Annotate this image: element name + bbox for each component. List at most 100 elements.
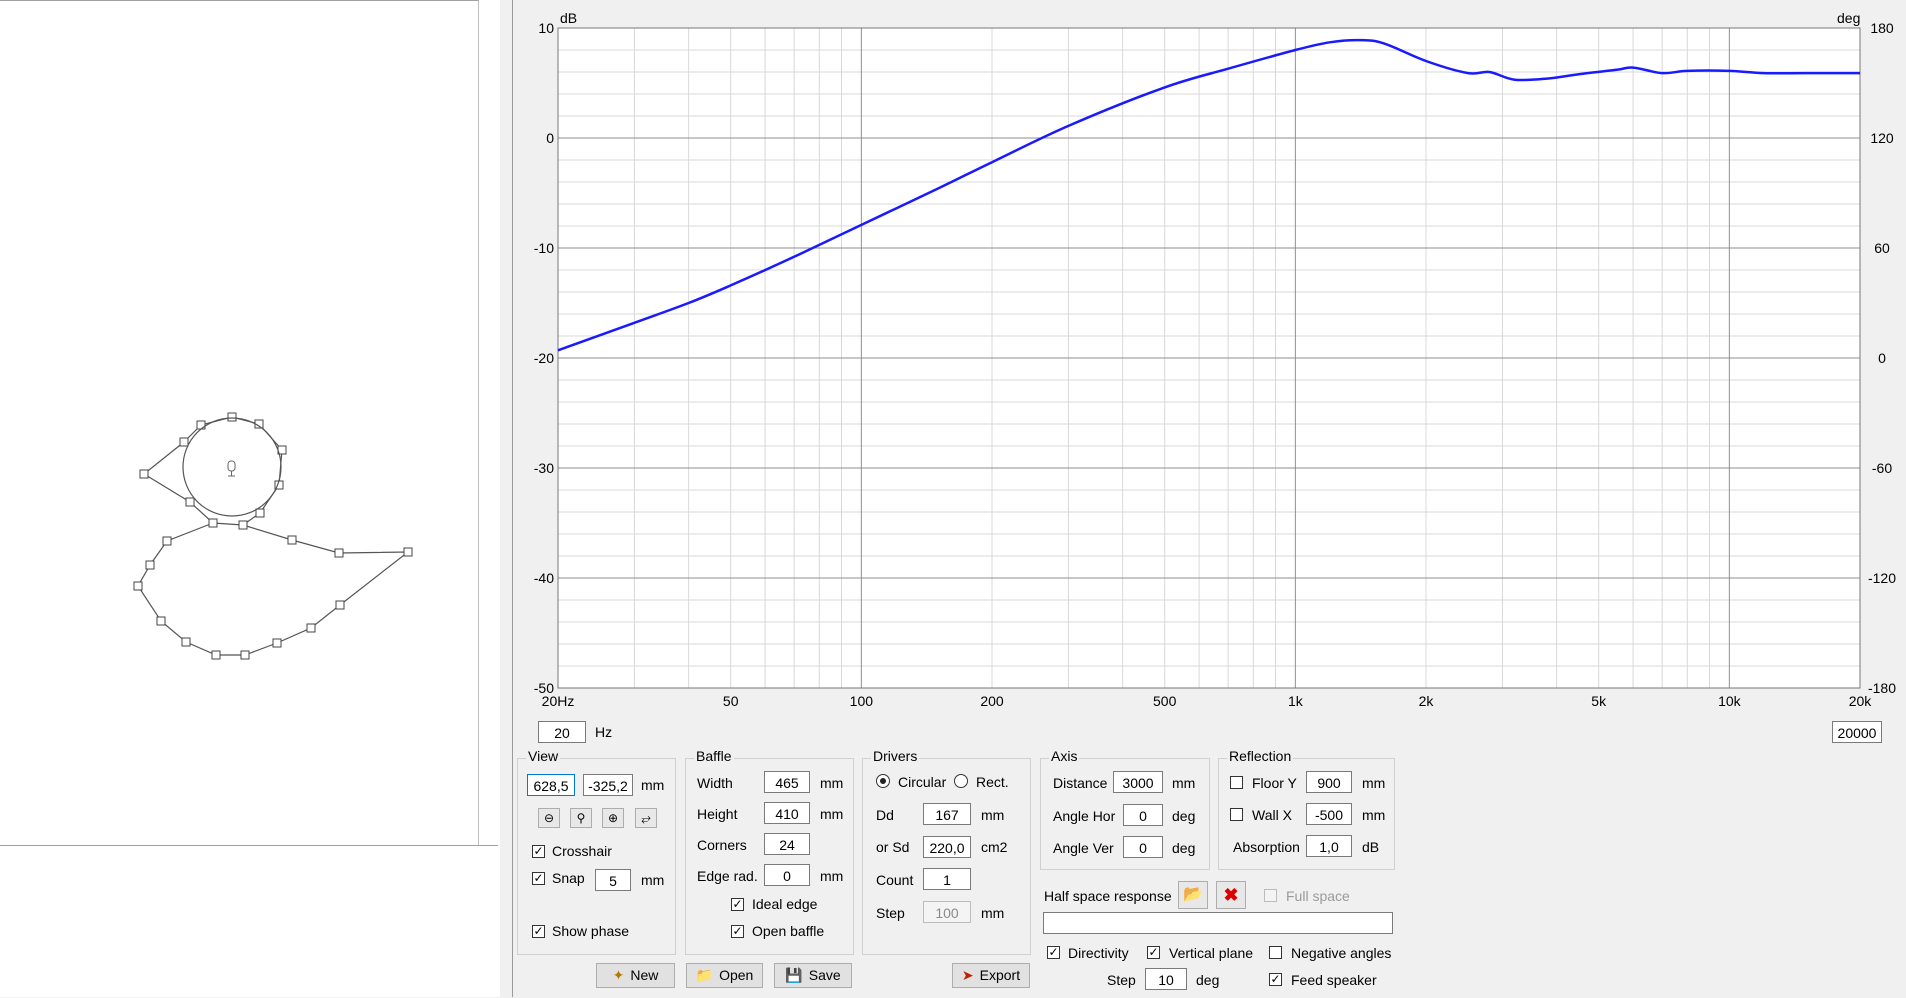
baffle-width-input[interactable]: 465	[764, 771, 810, 793]
circular-radio[interactable]	[876, 774, 890, 788]
x-tick-label: 1k	[1288, 693, 1304, 709]
delete-icon[interactable]: ✖	[1216, 881, 1246, 909]
snap-unit: mm	[641, 872, 665, 888]
floor-input[interactable]: 900	[1306, 771, 1352, 793]
open-folder-icon[interactable]: 📂	[1178, 881, 1208, 909]
new-button-label: New	[630, 967, 659, 983]
wand-icon: ✦	[612, 967, 625, 983]
dir-step-label: Step	[1107, 972, 1136, 988]
baffle-corners-input[interactable]: 24	[764, 833, 810, 855]
baffle-vertex-handle[interactable]	[179, 437, 189, 447]
feed-speaker-checkbox[interactable]: ✓	[1269, 973, 1282, 986]
zoom-fit-icon[interactable]: ⚲	[570, 808, 592, 828]
x-tick-label: 200	[980, 693, 1004, 709]
show-phase-checkbox[interactable]: ✓	[532, 925, 545, 938]
y-left-tick-label: 10	[538, 20, 554, 36]
new-button[interactable]: ✦ New	[596, 963, 675, 988]
driver-step-input[interactable]: 100	[923, 901, 971, 923]
baffle-vertex-handle[interactable]	[145, 560, 155, 570]
baffle-vertex-handle[interactable]	[133, 581, 143, 591]
baffle-vertex-handle[interactable]	[211, 650, 221, 660]
fit-all-icon[interactable]: ⥂	[635, 808, 657, 828]
snap-checkbox[interactable]: ✓	[532, 872, 545, 885]
dir-step-input[interactable]: 10	[1145, 968, 1187, 990]
x-tick-label: 50	[723, 693, 739, 709]
wall-checkbox[interactable]	[1230, 808, 1243, 821]
baffle-vertex-handle[interactable]	[196, 420, 206, 430]
baffle-vertex-handle[interactable]	[403, 547, 413, 557]
driver-circle[interactable]	[182, 417, 282, 517]
save-button[interactable]: 💾 Save	[774, 963, 852, 988]
wall-input[interactable]: -500	[1306, 803, 1352, 825]
distance-input[interactable]: 3000	[1113, 771, 1163, 793]
baffle-vertex-handle[interactable]	[287, 535, 297, 545]
baffle-vertex-handle[interactable]	[227, 412, 237, 422]
freq-min-input[interactable]: 20	[538, 721, 586, 743]
baffle-vertex-handle[interactable]	[181, 637, 191, 647]
export-icon: ➤	[961, 967, 974, 983]
baffle-vertex-handle[interactable]	[238, 520, 248, 530]
folder-icon: 📁	[695, 967, 714, 983]
freq-max-input[interactable]: 20000	[1832, 721, 1882, 743]
sd-label: or Sd	[876, 839, 910, 855]
sd-unit: cm2	[981, 839, 1008, 855]
full-space-checkbox[interactable]	[1264, 889, 1277, 902]
x-tick-label: 500	[1153, 693, 1177, 709]
open-button-label: Open	[719, 967, 754, 983]
baffle-vertex-handle[interactable]	[162, 536, 172, 546]
db-axis-unit: dB	[560, 10, 577, 26]
count-label: Count	[876, 872, 914, 888]
baffle-group-title: Baffle	[694, 748, 734, 764]
full-space-label: Full space	[1286, 888, 1350, 904]
baffle-height-input[interactable]: 410	[764, 802, 810, 824]
angle-ver-input[interactable]: 0	[1123, 836, 1163, 858]
x-tick-label: 5k	[1591, 693, 1607, 709]
negative-angles-checkbox[interactable]	[1269, 946, 1282, 959]
vertical-plane-checkbox[interactable]: ✓	[1147, 946, 1160, 959]
zoom-out-icon[interactable]: ⊖	[538, 808, 560, 828]
count-input[interactable]: 1	[923, 868, 971, 890]
baffle-shape-drawing[interactable]	[0, 0, 500, 845]
baffle-vertex-handle[interactable]	[156, 616, 166, 626]
angle-hor-input[interactable]: 0	[1123, 804, 1163, 826]
view-y-input[interactable]: -325,2	[583, 774, 633, 796]
baffle-vertex-handle[interactable]	[335, 600, 345, 610]
baffle-vertex-handle[interactable]	[240, 650, 250, 660]
baffle-vertex-handle[interactable]	[306, 623, 316, 633]
x-tick-label: 100	[850, 693, 874, 709]
absorption-input[interactable]: 1,0	[1306, 835, 1352, 857]
deg-axis-unit: deg	[1837, 10, 1860, 26]
open-baffle-checkbox[interactable]: ✓	[731, 925, 744, 938]
baffle-vertex-handle[interactable]	[334, 548, 344, 558]
ideal-edge-checkbox[interactable]: ✓	[731, 898, 744, 911]
floor-label: Floor Y	[1252, 775, 1297, 791]
y-right-tick-label: -180	[1868, 680, 1896, 696]
half-space-file-input[interactable]	[1043, 912, 1393, 934]
frequency-response-graph[interactable]: 100-10-20-30-40-50 180120600-60-120-180 …	[512, 0, 1906, 715]
baffle-vertex-handle[interactable]	[185, 497, 195, 507]
floor-checkbox[interactable]	[1230, 776, 1243, 789]
snap-input[interactable]: 5	[595, 869, 631, 891]
pane-splitter[interactable]	[500, 0, 512, 997]
baffle-corners-label: Corners	[697, 837, 747, 853]
directivity-checkbox[interactable]: ✓	[1047, 946, 1060, 959]
zoom-in-icon[interactable]: ⊕	[602, 808, 624, 828]
baffle-vertex-handle[interactable]	[255, 508, 265, 518]
drivers-group-title: Drivers	[871, 748, 920, 764]
x-tick-label: 2k	[1419, 693, 1435, 709]
open-button[interactable]: 📁 Open	[686, 963, 763, 988]
baffle-vertex-handle[interactable]	[139, 469, 149, 479]
baffle-vertex-handle[interactable]	[208, 518, 218, 528]
distance-unit: mm	[1172, 775, 1196, 791]
export-button[interactable]: ➤ Export	[952, 963, 1030, 988]
ideal-edge-label: Ideal edge	[752, 896, 818, 912]
sd-input[interactable]: 220,0	[923, 836, 971, 858]
rect-label: Rect.	[976, 774, 1009, 790]
view-x-input[interactable]: 628,5	[527, 774, 575, 796]
edge-radius-input[interactable]: 0	[764, 864, 810, 886]
rect-radio[interactable]	[954, 774, 968, 788]
crosshair-checkbox[interactable]: ✓	[532, 845, 545, 858]
baffle-editor-pane[interactable]	[0, 0, 505, 997]
baffle-vertex-handle[interactable]	[272, 638, 282, 648]
dd-input[interactable]: 167	[923, 803, 971, 825]
